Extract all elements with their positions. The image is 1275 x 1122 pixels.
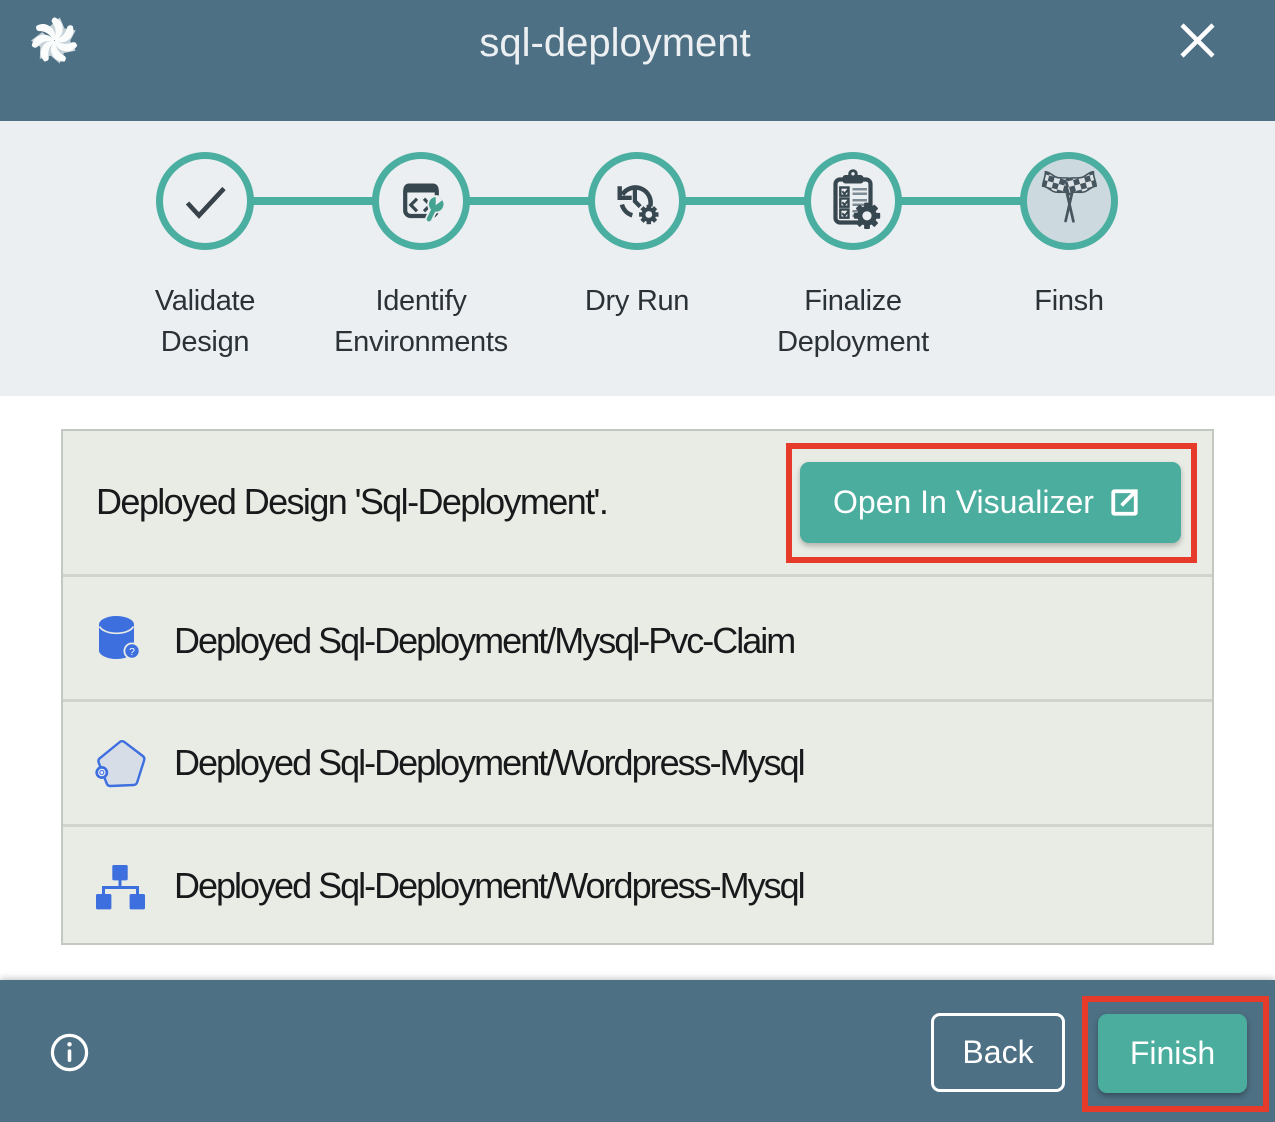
svg-text:?: ? [129,646,135,658]
